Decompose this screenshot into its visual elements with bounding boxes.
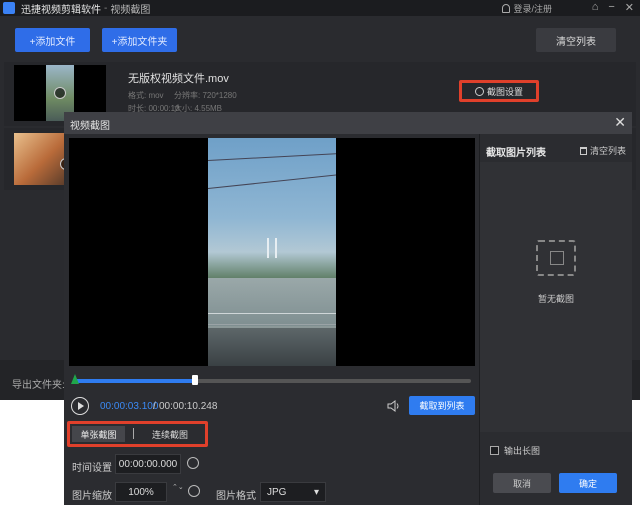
file-name: 无版权视频文件.mov — [128, 73, 229, 85]
time-reset-icon[interactable] — [187, 457, 199, 469]
title-bar: 迅捷视频剪辑软件 - 视频截图 登录/注册 ⌂ − ✕ — [0, 0, 640, 16]
app-logo-icon — [3, 2, 15, 14]
trash-icon — [579, 146, 587, 155]
capture-list-title: 截取图片列表 — [486, 148, 546, 159]
image-format-value: JPG — [267, 486, 287, 498]
file-resolution: 分辨率: 720*1280 — [174, 91, 237, 100]
clear-list-button[interactable]: 清空列表 — [536, 28, 616, 52]
close-icon[interactable]: ✕ — [625, 1, 634, 14]
total-time: 00:00:10.248 — [159, 401, 218, 412]
image-format-select[interactable]: JPG ▾ — [260, 482, 326, 502]
bridge-graphic — [253, 238, 291, 258]
image-scale-label: 图片缩放 — [72, 491, 112, 502]
title-separator: - — [104, 2, 108, 14]
bridge-pylon — [275, 238, 277, 258]
power-line — [208, 174, 336, 189]
dialog-title-bar: 视频截图 ✕ — [64, 112, 632, 134]
screenshot-settings-label: 截图设置 — [486, 86, 523, 97]
current-time: 00:00:03.100 — [100, 401, 159, 412]
timeline-progress — [75, 379, 195, 383]
dialog-title: 视频截图 — [70, 121, 110, 132]
login-label: 登录/注册 — [513, 4, 552, 14]
screenshot-dialog: 视频截图 ✕ 00:00:03.100 / 00:00:10.248 截取到列表… — [64, 112, 632, 505]
ok-button[interactable]: 确定 — [559, 473, 617, 493]
add-file-button[interactable]: +添加文件 — [15, 28, 90, 52]
start-marker-icon[interactable] — [71, 374, 79, 384]
chevron-down-icon: ▾ — [313, 486, 319, 498]
image-scale-input[interactable]: 100% — [115, 482, 167, 502]
long-image-checkbox[interactable]: 输出长图 — [490, 444, 540, 457]
capture-mode-tabs: 单张截图 连续截图 — [67, 421, 208, 447]
toolbar: +添加文件 +添加文件夹 清空列表 — [0, 22, 640, 58]
video-frame — [208, 138, 336, 366]
scale-reset-icon[interactable] — [188, 485, 200, 497]
export-folder-label: 导出文件夹: — [12, 380, 65, 391]
play-button[interactable] — [71, 397, 89, 415]
power-line — [208, 153, 336, 161]
screenshot-settings-button[interactable]: 截图设置 — [459, 80, 539, 102]
timeline-track[interactable] — [75, 375, 471, 385]
playhead-handle[interactable] — [191, 375, 198, 385]
empty-image-icon — [536, 240, 576, 276]
window-controls: ⌂ − ✕ — [592, 1, 634, 14]
tab-single-capture[interactable]: 单张截图 — [72, 426, 125, 442]
video-preview[interactable] — [69, 138, 475, 366]
time-setting-input[interactable]: 00:00:00.000 — [115, 454, 181, 474]
time-setting-label: 时间设置 — [72, 463, 112, 474]
app-subtitle: 视频截图 — [110, 4, 151, 16]
railing-graphic — [208, 313, 336, 325]
volume-icon[interactable] — [387, 400, 401, 412]
capture-list-panel: 截取图片列表 清空列表 暂无截图 输出长图 取消 确定 — [479, 134, 632, 505]
user-icon — [502, 4, 511, 13]
login-link[interactable]: 登录/注册 — [502, 2, 552, 15]
image-format-label: 图片格式 — [216, 491, 256, 502]
clear-captures-label: 清空列表 — [589, 146, 626, 156]
capture-to-list-button[interactable]: 截取到列表 — [409, 396, 475, 415]
time-separator: / — [153, 401, 156, 412]
gear-icon — [474, 86, 484, 96]
tab-divider — [133, 428, 134, 439]
play-icon[interactable] — [54, 87, 66, 99]
long-image-label: 输出长图 — [504, 446, 541, 456]
file-format: 格式: mov — [128, 91, 164, 100]
add-folder-button[interactable]: +添加文件夹 — [102, 28, 177, 52]
player-controls: 00:00:03.100 / 00:00:10.248 截取到列表 — [69, 394, 475, 418]
capture-list: 暂无截图 — [480, 162, 632, 432]
tab-continuous-capture[interactable]: 连续截图 — [140, 426, 200, 442]
timeline[interactable] — [69, 374, 475, 386]
checkbox-icon[interactable] — [490, 446, 499, 455]
minimize-icon[interactable]: − — [608, 1, 614, 14]
video-thumbnail[interactable] — [14, 133, 72, 185]
empty-state-text: 暂无截图 — [537, 294, 574, 304]
cancel-button[interactable]: 取消 — [493, 473, 551, 493]
clear-captures-button[interactable]: 清空列表 — [579, 144, 626, 157]
close-icon[interactable]: ✕ — [614, 114, 626, 130]
app-title: 迅捷视频剪辑软件 — [21, 4, 101, 16]
ground-graphic — [208, 328, 336, 366]
scale-stepper-icon[interactable]: ⌃⌄ — [172, 484, 184, 491]
home-icon[interactable]: ⌂ — [592, 1, 599, 14]
bridge-pylon — [267, 238, 269, 258]
